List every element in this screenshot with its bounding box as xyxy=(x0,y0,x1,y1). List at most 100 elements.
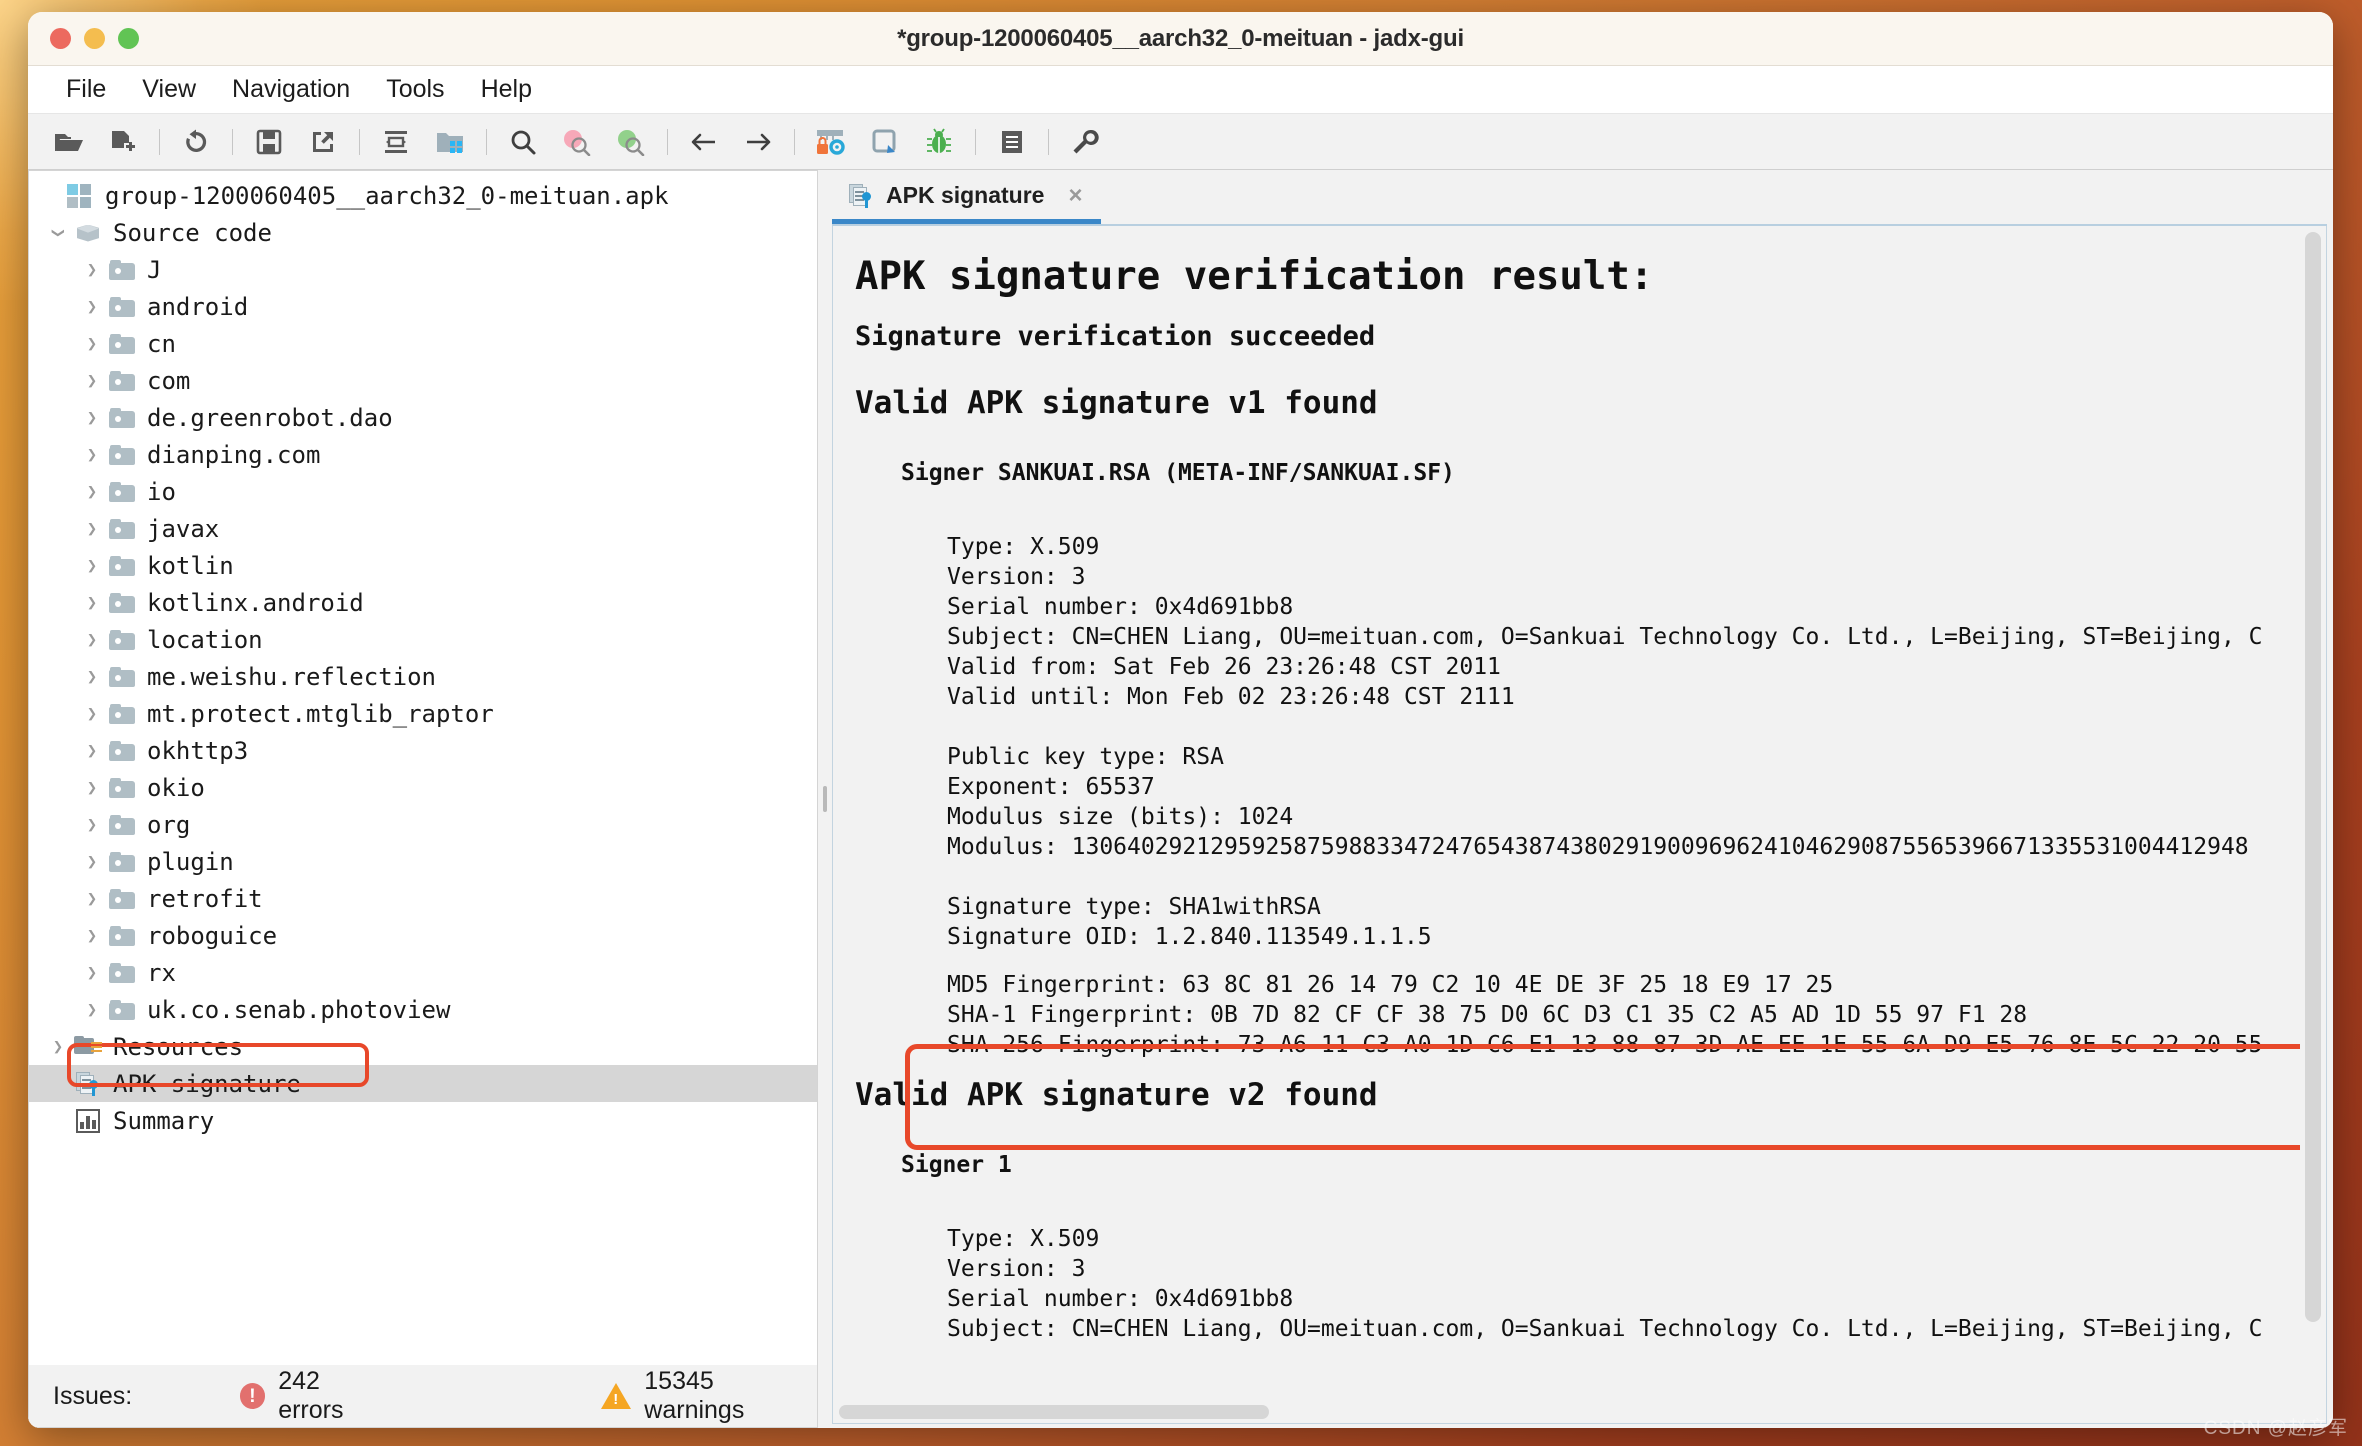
folder-icon xyxy=(105,999,139,1020)
status-bar: Issues: ! 242 errors 15345 warnings xyxy=(29,1365,817,1427)
chevron-right-icon[interactable] xyxy=(79,1000,105,1020)
tree-row-okhttp3[interactable]: okhttp3 xyxy=(29,732,817,769)
menu-tools[interactable]: Tools xyxy=(368,73,462,106)
chevron-right-icon[interactable] xyxy=(79,630,105,650)
chevron-right-icon[interactable] xyxy=(79,667,105,687)
chevron-right-icon[interactable] xyxy=(79,556,105,576)
tab-apk-signature[interactable]: APK signature × xyxy=(832,172,1101,224)
folder-icon xyxy=(105,333,139,354)
chevron-right-icon[interactable] xyxy=(79,445,105,465)
tree-row-rx[interactable]: rx xyxy=(29,954,817,991)
tree-row-uk-co-senab-photoview[interactable]: uk.co.senab.photoview xyxy=(29,991,817,1028)
chevron-right-icon[interactable] xyxy=(79,260,105,280)
v1-detail-version: Version: 3 xyxy=(947,564,1086,590)
chevron-right-icon[interactable] xyxy=(79,889,105,909)
tree-row-org[interactable]: org xyxy=(29,806,817,843)
chevron-right-icon[interactable] xyxy=(79,519,105,539)
quark-icon[interactable] xyxy=(861,120,909,164)
chevron-right-icon[interactable] xyxy=(79,408,105,428)
folder-icon xyxy=(105,518,139,539)
reload-icon[interactable] xyxy=(172,120,220,164)
horizontal-scrollbar[interactable] xyxy=(833,1401,2300,1423)
chevron-right-icon[interactable] xyxy=(79,963,105,983)
tree-row-cn[interactable]: cn xyxy=(29,325,817,362)
chevron-right-icon[interactable] xyxy=(79,926,105,946)
menu-navigation[interactable]: Navigation xyxy=(214,73,368,106)
save-all-icon[interactable] xyxy=(245,120,293,164)
logs-icon[interactable] xyxy=(988,120,1036,164)
chevron-right-icon[interactable] xyxy=(79,482,105,502)
bug-icon[interactable] xyxy=(915,120,963,164)
open-project-icon[interactable] xyxy=(426,120,474,164)
vscroll-thumb[interactable] xyxy=(2305,232,2321,1322)
tree-row-com[interactable]: com xyxy=(29,362,817,399)
tree-row-source-code[interactable]: Source code xyxy=(29,214,817,251)
warnings-indicator[interactable]: 15345 warnings xyxy=(601,1367,817,1425)
tree-row-apk-signature[interactable]: APK signature xyxy=(29,1065,817,1102)
open-file-icon[interactable] xyxy=(45,120,93,164)
minimize-button[interactable] xyxy=(84,28,105,49)
menu-file[interactable]: File xyxy=(48,73,124,106)
export-gradle-icon[interactable] xyxy=(299,120,347,164)
tree-row-mt-protect-mtglib-raptor[interactable]: mt.protect.mtglib_raptor xyxy=(29,695,817,732)
zoom-button[interactable] xyxy=(118,28,139,49)
tree-root-label: group-1200060405__aarch32_0-meituan.apk xyxy=(105,181,669,210)
tree-row-plugin[interactable]: plugin xyxy=(29,843,817,880)
menu-help[interactable]: Help xyxy=(463,73,550,106)
tree-row-kotlin[interactable]: kotlin xyxy=(29,547,817,584)
chevron-down-icon[interactable] xyxy=(45,223,71,243)
folder-icon xyxy=(105,888,139,909)
tree-row-dianping-com[interactable]: dianping.com xyxy=(29,436,817,473)
toolbar-separator xyxy=(359,128,360,155)
close-icon[interactable]: × xyxy=(1068,182,1082,210)
forward-icon[interactable] xyxy=(734,120,782,164)
tree-row-resources[interactable]: Resources xyxy=(29,1028,817,1065)
tree-row-okio[interactable]: okio xyxy=(29,769,817,806)
expand-collapse-icon[interactable] xyxy=(372,120,420,164)
tree-item-label: com xyxy=(147,366,191,395)
apk-signature-icon xyxy=(848,183,874,209)
chevron-right-icon[interactable] xyxy=(79,334,105,354)
chevron-right-icon[interactable] xyxy=(79,371,105,391)
tree-row-me-weishu-reflection[interactable]: me.weishu.reflection xyxy=(29,658,817,695)
chevron-right-icon[interactable] xyxy=(45,1037,71,1057)
chevron-right-icon[interactable] xyxy=(79,704,105,724)
search-resource-icon[interactable] xyxy=(607,120,655,164)
chevron-right-icon[interactable] xyxy=(79,741,105,761)
splitter-grip[interactable] xyxy=(823,786,827,812)
tree-row-retrofit[interactable]: retrofit xyxy=(29,880,817,917)
errors-indicator[interactable]: ! 242 errors xyxy=(239,1367,390,1425)
toolbar-separator xyxy=(486,128,487,155)
search-text-icon[interactable] xyxy=(553,120,601,164)
chevron-right-icon[interactable] xyxy=(79,852,105,872)
vertical-scrollbar[interactable] xyxy=(2300,226,2326,1423)
tree-row-io[interactable]: io xyxy=(29,473,817,510)
tree-row-root[interactable]: group-1200060405__aarch32_0-meituan.apk xyxy=(29,177,817,214)
wrench-icon[interactable] xyxy=(1061,120,1109,164)
deobfuscation-icon[interactable] xyxy=(807,120,855,164)
tree-row-javax[interactable]: javax xyxy=(29,510,817,547)
editor-pane: APK signature × APK signature verificati… xyxy=(832,170,2333,1428)
tree-row-summary[interactable]: Summary xyxy=(29,1102,817,1139)
hscroll-thumb[interactable] xyxy=(839,1405,1269,1419)
project-tree[interactable]: group-1200060405__aarch32_0-meituan.apk … xyxy=(29,171,817,1365)
tree-row-android[interactable]: android xyxy=(29,288,817,325)
tree-item-label: android xyxy=(147,292,249,321)
tree-row-j[interactable]: J xyxy=(29,251,817,288)
search-icon[interactable] xyxy=(499,120,547,164)
tree-row-location[interactable]: location xyxy=(29,621,817,658)
chevron-right-icon[interactable] xyxy=(79,815,105,835)
back-icon[interactable] xyxy=(680,120,728,164)
chevron-right-icon[interactable] xyxy=(79,297,105,317)
add-files-icon[interactable] xyxy=(99,120,147,164)
tree-row-de-greenrobot-dao[interactable]: de.greenrobot.dao xyxy=(29,399,817,436)
tree-row-roboguice[interactable]: roboguice xyxy=(29,917,817,954)
chevron-right-icon[interactable] xyxy=(79,593,105,613)
signature-content[interactable]: APK signature verification result: Signa… xyxy=(833,226,2300,1423)
chevron-right-icon[interactable] xyxy=(79,778,105,798)
menu-view[interactable]: View xyxy=(124,73,214,106)
tree-row-kotlinx-android[interactable]: kotlinx.android xyxy=(29,584,817,621)
close-button[interactable] xyxy=(50,28,71,49)
tree-item-label: me.weishu.reflection xyxy=(147,662,436,691)
pane-splitter[interactable] xyxy=(818,170,832,1428)
